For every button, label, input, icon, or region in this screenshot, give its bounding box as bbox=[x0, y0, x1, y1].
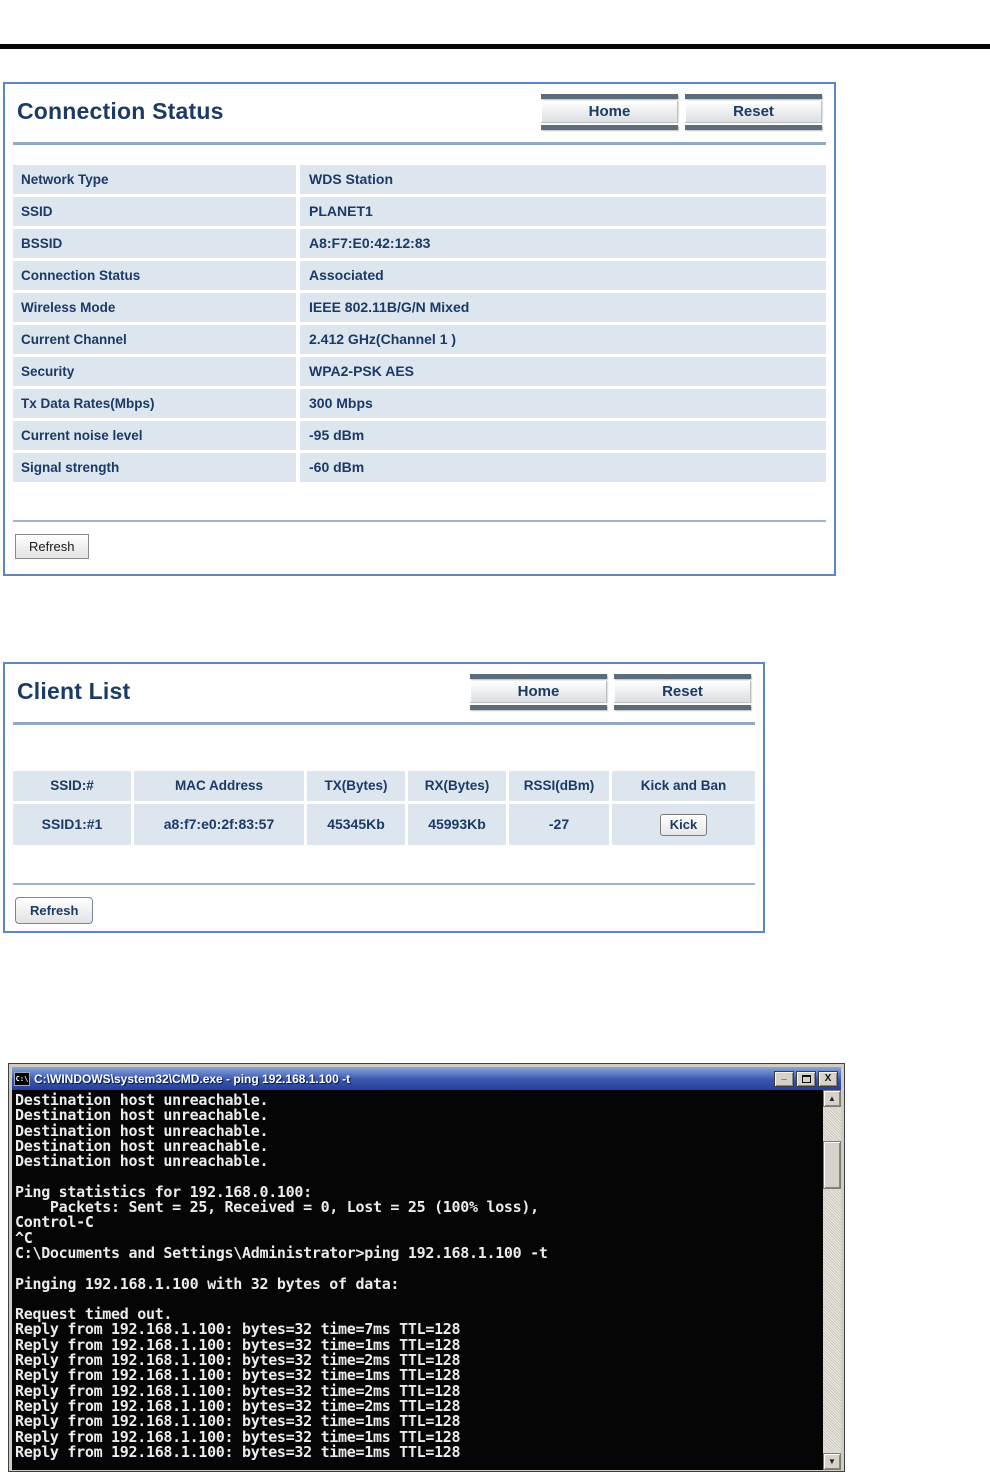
terminal-line: C:\Documents and Settings\Administrator>… bbox=[15, 1243, 548, 1262]
connection-status-header: Connection Status Home Reset bbox=[5, 84, 834, 130]
header-buttons: Home Reset bbox=[541, 94, 822, 130]
client-list-panel: Client List Home Reset SSID:# MAC Address… bbox=[3, 662, 765, 933]
connection-status-table: Network Type WDS Station SSID PLANET1 BSSID A… bbox=[13, 165, 826, 482]
table-row: Connection Status Associated bbox=[13, 261, 826, 290]
terminal-output: Destination host unreachable. Destination… bbox=[12, 1090, 823, 1470]
row-value: IEEE 802.11B/G/N Mixed bbox=[300, 293, 826, 322]
refresh-button[interactable]: Refresh bbox=[15, 897, 94, 924]
terminal-line: Pinging 192.168.1.100 with 32 bytes of d… bbox=[15, 1274, 400, 1293]
button-top-bar bbox=[541, 94, 678, 99]
client-rx: 45993Kb bbox=[408, 804, 506, 845]
row-value: WPA2-PSK AES bbox=[300, 357, 826, 386]
client-list-header: Client List Home Reset bbox=[5, 664, 763, 710]
terminal-line: Destination host unreachable. bbox=[15, 1152, 269, 1171]
column-header: SSID:# bbox=[13, 771, 131, 801]
client-ssid: SSID1:#1 bbox=[13, 804, 131, 845]
row-label: Current Channel bbox=[13, 325, 296, 354]
cmd-body: Destination host unreachable. Destination… bbox=[12, 1090, 841, 1470]
table-row: Current noise level -95 dBm bbox=[13, 421, 826, 450]
table-row: BSSID A8:F7:E0:42:12:83 bbox=[13, 229, 826, 258]
column-header: MAC Address bbox=[134, 771, 304, 801]
header-buttons: Home Reset bbox=[470, 674, 751, 710]
terminal-line: Packets: Sent = 25, Received = 0, Lost =… bbox=[15, 1198, 539, 1217]
page-title: Connection Status bbox=[17, 98, 224, 124]
button-top-bar bbox=[470, 674, 607, 679]
client-table-header-row: SSID:# MAC Address TX(Bytes) RX(Bytes) RSSI(… bbox=[13, 771, 755, 801]
vertical-scrollbar[interactable]: ▲ ▼ bbox=[823, 1090, 841, 1470]
reset-button[interactable]: Reset bbox=[685, 94, 822, 130]
refresh-button[interactable]: Refresh bbox=[15, 534, 89, 559]
row-value: 2.412 GHz(Channel 1 ) bbox=[300, 325, 826, 354]
button-bottom-bar bbox=[614, 705, 751, 710]
row-value: A8:F7:E0:42:12:83 bbox=[300, 229, 826, 258]
column-header: RX(Bytes) bbox=[408, 771, 506, 801]
close-button[interactable]: X bbox=[818, 1070, 838, 1087]
page-title: Client List bbox=[17, 678, 131, 704]
cmd-icon[interactable]: C:\ bbox=[14, 1071, 30, 1086]
bottom-divider bbox=[13, 883, 755, 885]
table-row: Wireless Mode IEEE 802.11B/G/N Mixed bbox=[13, 293, 826, 322]
row-value: -60 dBm bbox=[300, 453, 826, 482]
row-label: Signal strength bbox=[13, 453, 296, 482]
reset-button-label: Reset bbox=[685, 101, 822, 123]
table-row: Tx Data Rates(Mbps) 300 Mbps bbox=[13, 389, 826, 418]
title-divider bbox=[13, 142, 826, 145]
column-header: RSSI(dBm) bbox=[509, 771, 609, 801]
kick-cell: Kick bbox=[612, 804, 755, 845]
table-row: SSID PLANET1 bbox=[13, 197, 826, 226]
column-header: Kick and Ban bbox=[612, 771, 755, 801]
client-table-rows: SSID1:#1 a8:f7:e0:2f:83:57 45345Kb 45993Kb -… bbox=[13, 804, 755, 845]
row-label: Tx Data Rates(Mbps) bbox=[13, 389, 296, 418]
terminal-line: Reply from 192.168.1.100: bytes=32 time=… bbox=[15, 1442, 461, 1461]
table-row: SSID1:#1 a8:f7:e0:2f:83:57 45345Kb 45993Kb -… bbox=[13, 804, 755, 845]
row-label: Connection Status bbox=[13, 261, 296, 290]
scrollbar-thumb[interactable] bbox=[823, 1141, 841, 1189]
table-row: Security WPA2-PSK AES bbox=[13, 357, 826, 386]
home-button[interactable]: Home bbox=[470, 674, 607, 710]
maximize-button[interactable] bbox=[796, 1070, 816, 1087]
table-row: Current Channel 2.412 GHz(Channel 1 ) bbox=[13, 325, 826, 354]
button-top-bar bbox=[614, 674, 751, 679]
reset-button[interactable]: Reset bbox=[614, 674, 751, 710]
cmd-window-title: C:\WINDOWS\system32\CMD.exe - ping 192.1… bbox=[34, 1071, 351, 1086]
page-top-rule bbox=[0, 44, 990, 49]
row-value: WDS Station bbox=[300, 165, 826, 194]
row-value: 300 Mbps bbox=[300, 389, 826, 418]
home-button-label: Home bbox=[541, 101, 678, 123]
cmd-window: C:\ C:\WINDOWS\system32\CMD.exe - ping 1… bbox=[8, 1063, 845, 1472]
button-bottom-bar bbox=[541, 125, 678, 130]
home-button-label: Home bbox=[470, 681, 607, 703]
kick-button[interactable]: Kick bbox=[659, 813, 708, 836]
client-tx: 45345Kb bbox=[307, 804, 405, 845]
button-bottom-bar bbox=[470, 705, 607, 710]
row-label: Network Type bbox=[13, 165, 296, 194]
row-value: Associated bbox=[300, 261, 826, 290]
bottom-divider bbox=[13, 520, 826, 522]
client-rssi: -27 bbox=[509, 804, 609, 845]
row-label: Security bbox=[13, 357, 296, 386]
row-value: PLANET1 bbox=[300, 197, 826, 226]
cmd-titlebar[interactable]: C:\ C:\WINDOWS\system32\CMD.exe - ping 1… bbox=[12, 1067, 841, 1090]
row-label: SSID bbox=[13, 197, 296, 226]
title-divider bbox=[13, 722, 755, 725]
client-table: SSID:# MAC Address TX(Bytes) RX(Bytes) RSSI(… bbox=[13, 771, 755, 845]
row-label: Current noise level bbox=[13, 421, 296, 450]
client-mac: a8:f7:e0:2f:83:57 bbox=[134, 804, 304, 845]
button-top-bar bbox=[685, 94, 822, 99]
scroll-up-icon[interactable]: ▲ bbox=[823, 1090, 841, 1107]
button-bottom-bar bbox=[685, 125, 822, 130]
terminal-line: Control-C bbox=[15, 1213, 94, 1232]
maximize-icon bbox=[801, 1074, 811, 1083]
table-row: Signal strength -60 dBm bbox=[13, 453, 826, 482]
row-value: -95 dBm bbox=[300, 421, 826, 450]
minimize-button[interactable]: _ bbox=[774, 1070, 794, 1087]
row-label: Wireless Mode bbox=[13, 293, 296, 322]
scroll-down-icon[interactable]: ▼ bbox=[823, 1453, 841, 1470]
home-button[interactable]: Home bbox=[541, 94, 678, 130]
row-label: BSSID bbox=[13, 229, 296, 258]
table-row: Network Type WDS Station bbox=[13, 165, 826, 194]
column-header: TX(Bytes) bbox=[307, 771, 405, 801]
reset-button-label: Reset bbox=[614, 681, 751, 703]
connection-status-panel: Connection Status Home Reset Network Typ… bbox=[3, 82, 836, 576]
